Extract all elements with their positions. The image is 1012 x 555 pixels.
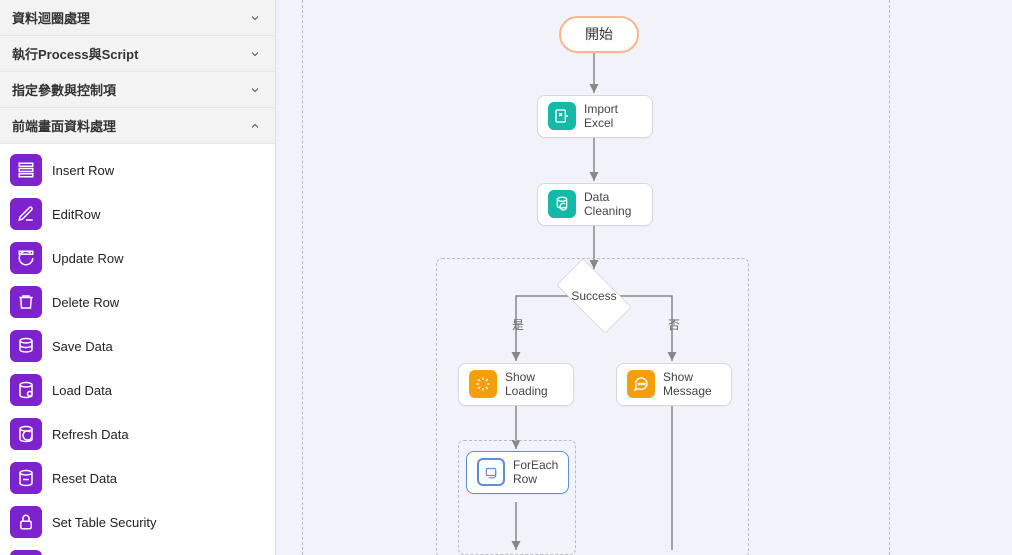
sidebar: 資料迴圈處理 執行Process與Script 指定參數與控制項 前端畫面資料處… bbox=[0, 0, 276, 555]
load-data-icon bbox=[10, 374, 42, 406]
palette-item-label: Set Table Security bbox=[52, 515, 157, 530]
excel-icon bbox=[548, 102, 576, 130]
loading-icon bbox=[469, 370, 497, 398]
database-refresh-icon bbox=[548, 190, 576, 218]
node-decision-success[interactable]: Success bbox=[546, 270, 642, 322]
branch-label-no: 否 bbox=[668, 316, 680, 333]
flow-canvas[interactable]: 開始 Import Excel Data Cleaning Success 是 … bbox=[276, 0, 1012, 555]
message-icon bbox=[627, 370, 655, 398]
palette-item-label: Reset Data bbox=[52, 471, 117, 486]
palette-item-label: Update Row bbox=[52, 251, 124, 266]
palette-item-refresh-input-list[interactable]: Refresh Input List bbox=[0, 544, 275, 555]
chevron-up-icon bbox=[247, 118, 263, 134]
palette-item-refresh-data[interactable]: Refresh Data bbox=[0, 412, 275, 456]
palette-item-insert-row[interactable]: Insert Row bbox=[0, 148, 275, 192]
category-items: Insert Row EditRow Update Row Delete Row… bbox=[0, 144, 275, 555]
palette-item-set-table-security[interactable]: Set Table Security bbox=[0, 500, 275, 544]
palette-item-save-data[interactable]: Save Data bbox=[0, 324, 275, 368]
reset-data-icon bbox=[10, 462, 42, 494]
category-params-controls[interactable]: 指定參數與控制項 bbox=[0, 72, 275, 108]
palette-item-label: Delete Row bbox=[52, 295, 119, 310]
palette-item-load-data[interactable]: Load Data bbox=[0, 368, 275, 412]
update-row-icon bbox=[10, 242, 42, 274]
category-frontend-data[interactable]: 前端畫面資料處理 bbox=[0, 108, 275, 144]
delete-row-icon bbox=[10, 286, 42, 318]
node-start[interactable]: 開始 bbox=[559, 16, 639, 53]
refresh-input-icon bbox=[10, 550, 42, 555]
node-label: Show Loading bbox=[505, 370, 548, 399]
edit-row-icon bbox=[10, 198, 42, 230]
node-foreach-row[interactable]: ForEach Row bbox=[466, 451, 569, 494]
palette-item-label: Insert Row bbox=[52, 163, 114, 178]
refresh-data-icon bbox=[10, 418, 42, 450]
node-label: ForEach Row bbox=[513, 458, 558, 487]
node-show-loading[interactable]: Show Loading bbox=[458, 363, 574, 406]
node-data-cleaning[interactable]: Data Cleaning bbox=[537, 183, 653, 226]
palette-item-edit-row[interactable]: EditRow bbox=[0, 192, 275, 236]
node-label: Success bbox=[546, 270, 642, 322]
palette-item-delete-row[interactable]: Delete Row bbox=[0, 280, 275, 324]
insert-row-icon bbox=[10, 154, 42, 186]
node-show-message[interactable]: Show Message bbox=[616, 363, 732, 406]
category-label: 前端畫面資料處理 bbox=[12, 116, 116, 135]
lock-icon bbox=[10, 506, 42, 538]
palette-item-label: Save Data bbox=[52, 339, 113, 354]
chevron-down-icon bbox=[247, 82, 263, 98]
category-label: 資料迴圈處理 bbox=[12, 8, 90, 27]
category-data-loop[interactable]: 資料迴圈處理 bbox=[0, 0, 275, 36]
category-process-script[interactable]: 執行Process與Script bbox=[0, 36, 275, 72]
palette-item-update-row[interactable]: Update Row bbox=[0, 236, 275, 280]
chevron-down-icon bbox=[247, 46, 263, 62]
palette-item-label: EditRow bbox=[52, 207, 100, 222]
foreach-icon bbox=[477, 458, 505, 486]
branch-label-yes: 是 bbox=[512, 316, 524, 333]
node-label: Data Cleaning bbox=[584, 190, 631, 219]
node-label: Import Excel bbox=[584, 102, 618, 131]
node-import-excel[interactable]: Import Excel bbox=[537, 95, 653, 138]
node-label: Show Message bbox=[663, 370, 712, 399]
chevron-down-icon bbox=[247, 10, 263, 26]
palette-item-label: Refresh Data bbox=[52, 427, 129, 442]
save-data-icon bbox=[10, 330, 42, 362]
palette-item-reset-data[interactable]: Reset Data bbox=[0, 456, 275, 500]
category-label: 執行Process與Script bbox=[12, 44, 138, 63]
palette-item-label: Load Data bbox=[52, 383, 112, 398]
category-label: 指定參數與控制項 bbox=[12, 80, 116, 99]
node-label: 開始 bbox=[585, 26, 613, 43]
